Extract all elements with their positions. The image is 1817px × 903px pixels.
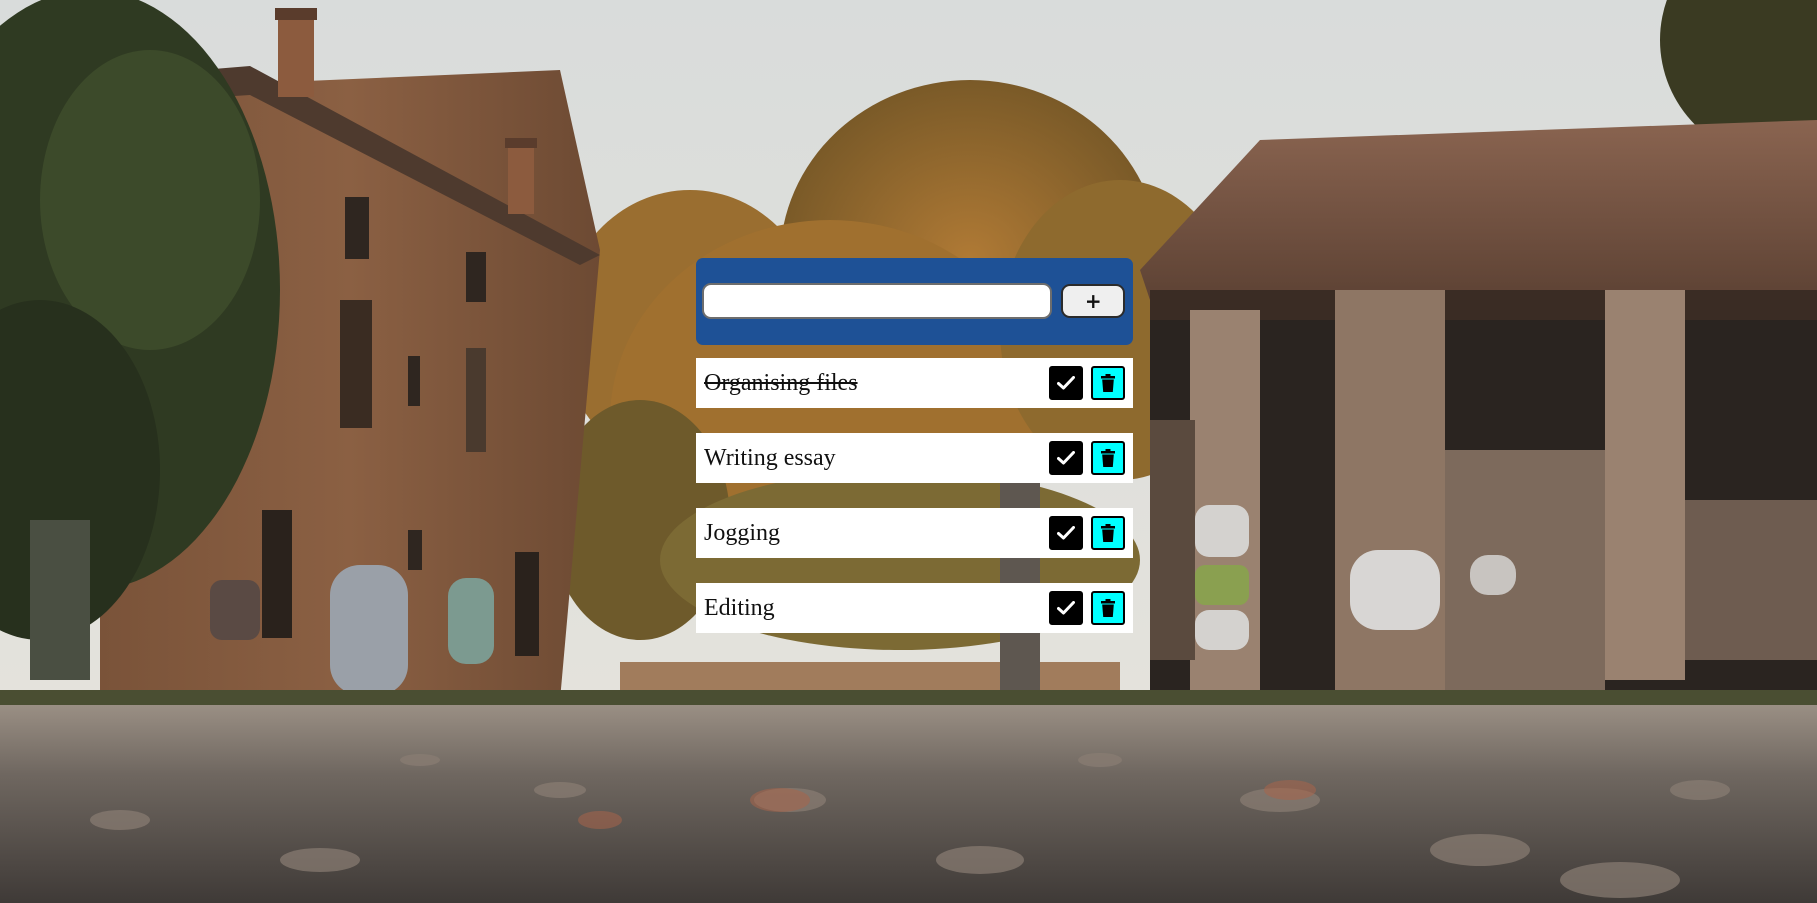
todo-text: Editing: [704, 594, 775, 621]
check-icon: [1057, 451, 1075, 465]
delete-button[interactable]: [1091, 441, 1125, 475]
delete-button[interactable]: [1091, 516, 1125, 550]
delete-button[interactable]: [1091, 366, 1125, 400]
todo-app: + Organising files Writing essay Jogging…: [696, 258, 1133, 633]
todo-item: Organising files: [696, 358, 1133, 408]
add-task-button[interactable]: +: [1061, 284, 1125, 318]
todo-list: Organising files Writing essay Jogging E…: [696, 358, 1133, 633]
trash-icon: [1101, 374, 1115, 392]
todo-form: +: [696, 258, 1133, 345]
trash-icon: [1101, 524, 1115, 542]
task-input[interactable]: [702, 283, 1053, 319]
complete-button[interactable]: [1049, 366, 1083, 400]
todo-item: Editing: [696, 583, 1133, 633]
todo-item: Writing essay: [696, 433, 1133, 483]
complete-button[interactable]: [1049, 591, 1083, 625]
complete-button[interactable]: [1049, 441, 1083, 475]
plus-icon: +: [1084, 289, 1102, 313]
trash-icon: [1101, 599, 1115, 617]
trash-icon: [1101, 449, 1115, 467]
todo-text: Jogging: [704, 519, 781, 546]
todo-item: Jogging: [696, 508, 1133, 558]
delete-button[interactable]: [1091, 591, 1125, 625]
todo-text: Writing essay: [704, 444, 836, 471]
todo-text: Organising files: [704, 369, 858, 396]
check-icon: [1057, 526, 1075, 540]
complete-button[interactable]: [1049, 516, 1083, 550]
check-icon: [1057, 601, 1075, 615]
check-icon: [1057, 376, 1075, 390]
